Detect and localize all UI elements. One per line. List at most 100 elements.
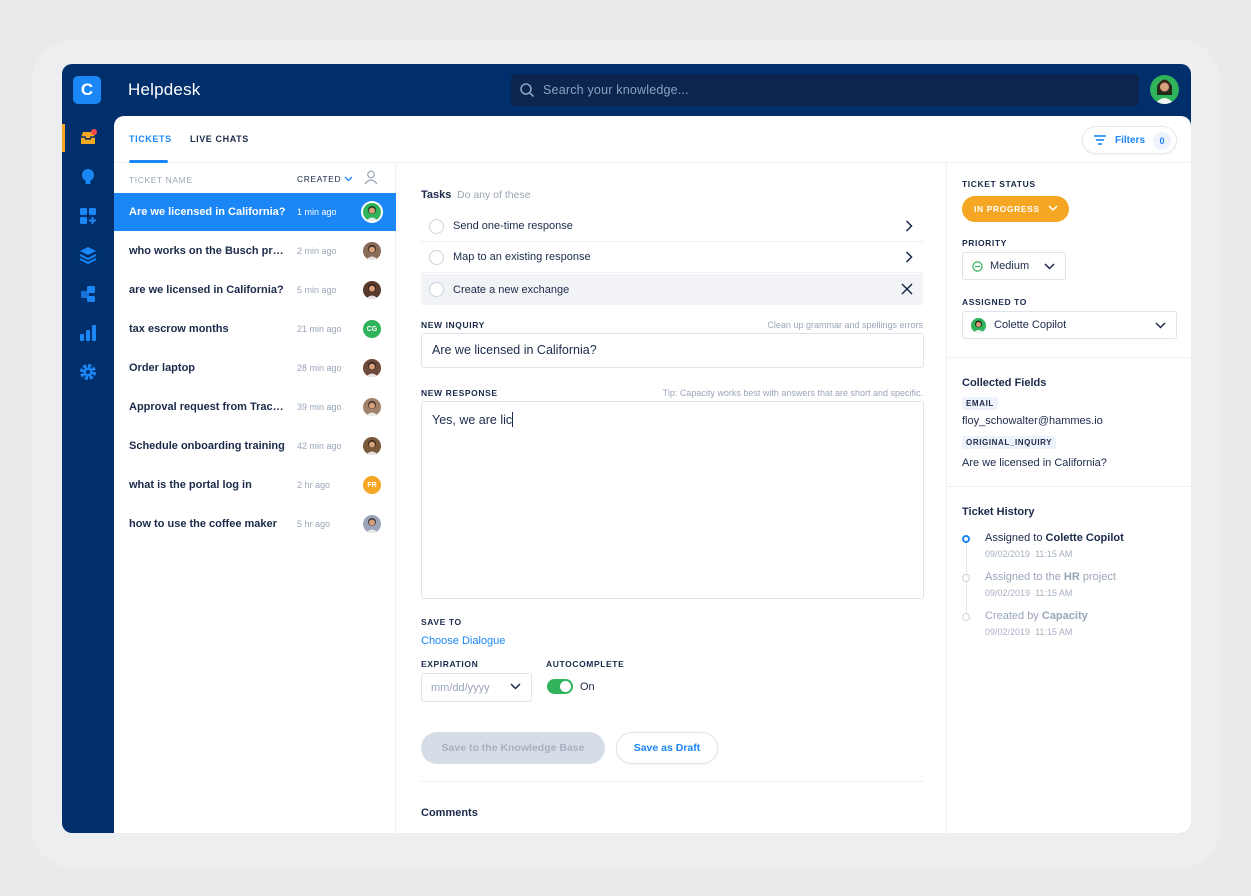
rail-integrations[interactable] [62,278,114,310]
app-logo[interactable]: C [73,76,101,104]
content-area: TICKETS LIVE CHATS Filters 0 TICKET NAME… [114,116,1191,833]
rail-analytics[interactable] [62,317,114,349]
inquiry-text: Are we licensed in California? [432,343,597,357]
chevron-down-icon [510,683,521,690]
save-as-draft-button[interactable]: Save as Draft [616,732,718,764]
column-ticket-name[interactable]: TICKET NAME [129,175,193,185]
ticket-row[interactable]: tax escrow months 21 min ago CG [114,310,396,348]
comments-title: Comments [421,807,478,819]
search-bar[interactable] [511,74,1139,106]
ticket-row[interactable]: Order laptop 28 min ago [114,349,396,387]
ticket-time: 42 min ago [297,441,342,451]
task-radio[interactable] [429,218,444,234]
ticket-row[interactable]: are we licensed in California? 5 min ago [114,271,396,309]
ticket-time: 1 min ago [297,207,337,217]
ticket-name: are we licensed in California? [129,284,284,296]
integrations-icon [81,286,95,302]
left-rail [62,116,114,833]
ticket-name: who works on the Busch project? [129,245,287,257]
close-icon[interactable] [901,283,913,295]
tab-live-chats[interactable]: LIVE CHATS [190,134,249,144]
ticket-row[interactable]: what is the portal log in 2 hr ago FR [114,466,396,504]
search-icon [520,83,534,97]
filters-button[interactable]: Filters 0 [1082,126,1177,154]
user-avatar[interactable] [1150,75,1179,104]
priority-value: Medium [990,260,1030,272]
sidebar-divider [947,357,1191,358]
ticket-detail: Tasks Do any of these Send one-time resp… [397,163,946,833]
settings-icon [80,364,96,380]
section-divider [421,781,924,782]
history-date-day: 09/02/2019 [985,549,1031,559]
filter-icon [1094,135,1106,145]
task-radio[interactable] [429,249,444,265]
rail-layers[interactable] [62,239,114,271]
history-date-time: 11:15 AM [1035,549,1073,559]
history-subject: Colette Copilot [1045,532,1124,544]
ticket-row[interactable]: who works on the Busch project? 2 min ago [114,232,396,270]
ticket-history-title: Ticket History [962,506,1035,518]
expiration-date-select[interactable]: mm/dd/yyyy [421,673,532,702]
ticket-name: Are we licensed in California? [129,206,286,218]
rail-apps[interactable] [62,200,114,232]
tasks-subtitle: Do any of these [457,189,531,201]
date-placeholder: mm/dd/yyyy [431,681,490,694]
text-caret [512,412,514,427]
assignee-name: Colette Copilot [994,319,1067,331]
assignee-filter[interactable] [364,170,378,190]
history-date-day: 09/02/2019 [985,627,1031,637]
ticket-name: Schedule onboarding training [129,440,285,452]
rail-inbox[interactable] [62,122,114,154]
column-created-sort[interactable]: CREATED [297,174,353,184]
inbox-icon [81,129,97,144]
ticket-assignee-avatar [363,359,381,377]
rail-settings[interactable] [62,356,114,388]
ticket-row[interactable]: Schedule onboarding training 42 min ago [114,427,396,465]
history-event: Assigned to Colette Copilot [985,532,1124,544]
inquiry-field[interactable]: Are we licensed in California? [421,333,924,368]
filters-label: Filters [1115,134,1146,146]
history-date: 09/02/2019 11:15 AM [985,588,1072,598]
ticket-assignee-avatar [363,203,381,221]
task-send-one-time[interactable]: Send one-time response [421,211,923,242]
ticket-time: 39 min ago [297,402,342,412]
ticket-row[interactable]: how to use the coffee maker 5 hr ago [114,505,396,543]
task-map-existing[interactable]: Map to an existing response [421,242,923,273]
field-key-email: EMAIL [962,397,998,410]
ticket-name: what is the portal log in [129,479,252,491]
rail-knowledge[interactable] [62,161,114,193]
response-text: Yes, we are lic [432,413,513,427]
history-prefix: Created by [985,610,1039,622]
priority-select[interactable]: Medium [962,252,1066,280]
ticket-assignee-avatar [363,242,381,260]
tab-tickets[interactable]: TICKETS [129,134,172,144]
save-to-knowledge-base-button[interactable]: Save to the Knowledge Base [421,732,605,764]
response-field[interactable]: Yes, we are lic [421,401,924,599]
task-label: Map to an existing response [453,251,591,263]
collected-fields-title: Collected Fields [962,377,1047,389]
task-create-exchange[interactable]: Create a new exchange [421,274,923,305]
chevron-down-icon [344,176,353,182]
ticket-row[interactable]: Are we licensed in California? 1 min ago [114,193,396,231]
search-input[interactable] [543,83,1103,97]
autocomplete-label: AUTOCOMPLETE [546,659,625,669]
ticket-status-dropdown[interactable]: IN PROGRESS [962,196,1069,222]
assigned-to-label: ASSIGNED TO [962,297,1028,307]
chevron-right-icon [905,251,913,263]
ticket-name: Order laptop [129,362,196,374]
autocomplete-toggle[interactable] [547,679,573,694]
priority-label: PRIORITY [962,238,1007,248]
filters-count-badge: 0 [1153,132,1171,150]
ticket-name: tax escrow months [129,323,229,335]
history-date: 09/02/2019 11:15 AM [985,549,1072,559]
ticket-status-label: TICKET STATUS [962,179,1036,189]
autocomplete-state: On [580,681,595,693]
layers-icon [79,247,97,265]
assignee-select[interactable]: Colette Copilot [962,311,1177,339]
ticket-assignee-avatar: CG [363,320,381,338]
ticket-row[interactable]: Approval request from Tracy Smith 39 min … [114,388,396,426]
apps-add-icon [80,208,96,224]
choose-dialogue-link[interactable]: Choose Dialogue [421,635,505,647]
ticket-assignee-avatar [363,281,381,299]
task-radio[interactable] [429,282,444,297]
